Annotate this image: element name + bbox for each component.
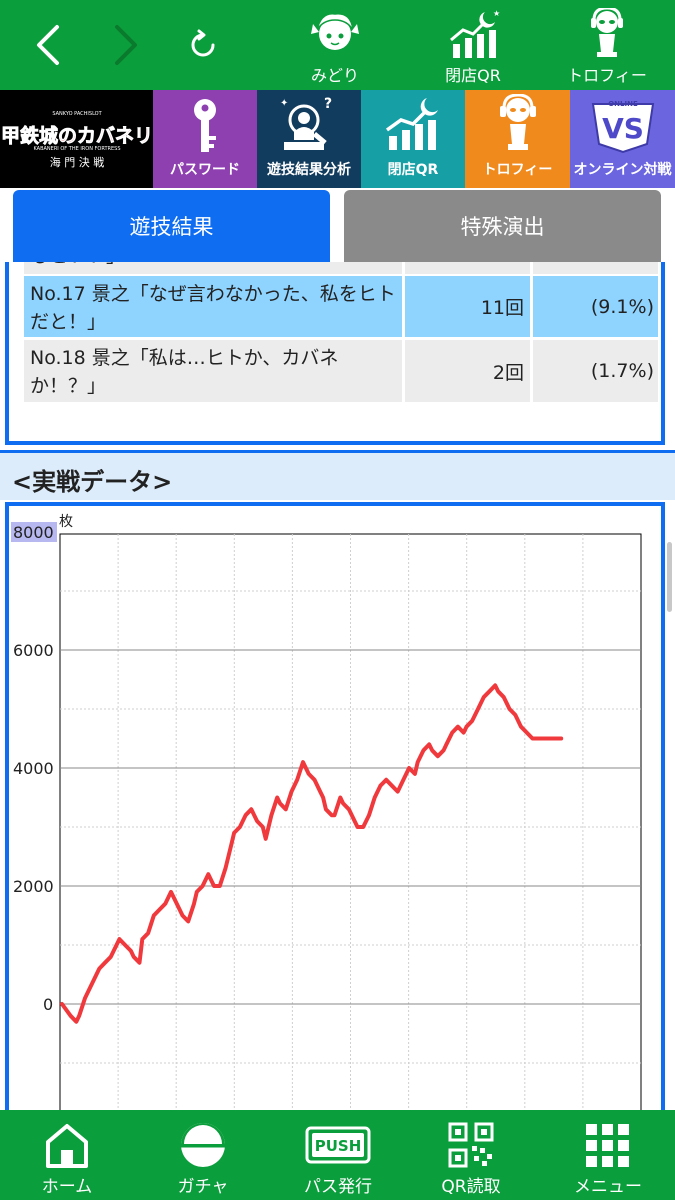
nav-trophy-label: トロフィー [567,66,647,85]
menu-grid-icon [586,1124,629,1167]
tile-trophy[interactable]: トロフィー [465,90,570,188]
bottom-nav-menu-label: メニュー [574,1177,642,1197]
game-logo-title: 甲鉄城のカバネリ [2,124,152,147]
y-axis-unit: 枚 [59,514,73,530]
nav-midori-label: みどり [310,66,359,85]
bottom-nav-qr-read-label: QR読取 [441,1177,501,1197]
reload-icon [191,29,215,57]
feature-banner: SANKYO PACHISLOT 甲鉄城のカバネリ KABANERI OF TH… [0,90,675,188]
nav-midori[interactable]: みどり [280,0,390,90]
key-icon [194,99,216,152]
forward-button[interactable] [106,0,146,90]
bottom-nav-home[interactable]: ホーム [17,1110,117,1200]
bottom-nav-home-label: ホーム [41,1177,93,1197]
home-icon [46,1124,88,1168]
tile-online-vs[interactable]: ONLINE VS オンライン対戦 [570,90,675,188]
chevron-left-icon [37,25,59,65]
table-cell-count: 11回 [402,276,530,337]
scrollbar[interactable] [667,542,672,612]
svg-text:ONLINE: ONLINE [608,100,638,108]
game-logo-subtitle: 海 門 決 戦 [49,155,104,169]
svg-text:?: ? [324,96,332,112]
bottom-nav-qr-read[interactable]: QR読取 [421,1110,521,1200]
table-cell-rate [530,262,658,274]
table-row: No.18 景之「私は…ヒトか、カバネか！？」 2回 (1.7%) [24,340,658,402]
slump-chart: 8000 6000 4000 2000 0 枚 [11,514,642,1110]
push-badge-text: PUSH [315,1137,362,1155]
table-row: No.17 景之「なぜ言わなかった、私をヒトだと！」 11回 (9.1%) [24,276,658,337]
tab-special-effects[interactable]: 特殊演出 [344,190,661,262]
table-cell-rate: (1.7%) [530,340,658,402]
trophy-icon [499,94,536,150]
scroll-content[interactable]: るといい」 No.17 景之「なぜ言わなかった、私をヒトだと！」 11回 (9.… [0,262,675,1110]
y-tick-label: 0 [43,995,53,1014]
tile-trophy-label: トロフィー [482,162,553,178]
reload-button[interactable] [180,0,226,90]
tile-online-vs-label: オンライン対戦 [573,162,672,178]
table-cell-label: No.17 景之「なぜ言わなかった、私をヒトだと！」 [24,276,402,337]
nav-trophy[interactable]: トロフィー [552,0,662,90]
chart-panel: 8000 6000 4000 2000 0 枚 [5,502,665,1110]
svg-text:✦: ✦ [280,98,288,109]
y-tick-label: 6000 [13,641,54,660]
table-row-partial: るといい」 [24,262,658,274]
bottom-nav-menu[interactable]: メニュー [558,1110,658,1200]
tile-closing-qr-label: 閉店QR [387,162,439,178]
nav-closing-qr[interactable]: ★ 閉店QR [418,0,528,90]
bottom-nav-gacha-label: ガチャ [177,1177,229,1197]
bottom-nav-bar: ホーム ガチャ PUSH パス発行 QR読取 メニュー [0,1110,675,1200]
game-logo[interactable]: SANKYO PACHISLOT 甲鉄城のカバネリ KABANERI OF TH… [0,90,153,188]
tile-closing-qr[interactable]: 閉店QR [361,90,465,188]
trophy-icon [591,8,623,57]
tile-analysis-label: 遊技結果分析 [267,162,351,178]
online-vs-icon: ONLINE VS [591,100,654,154]
svg-text:★: ★ [493,9,500,18]
table-cell-label: るといい」 [24,262,402,274]
back-button[interactable] [28,0,68,90]
table-cell-count [402,262,530,274]
gacha-icon [181,1123,225,1167]
y-tick-label: 8000 [13,523,54,542]
push-icon: PUSH [305,1126,371,1164]
svg-text:VS: VS [602,112,644,145]
tab-play-result[interactable]: 遊技結果 [13,190,330,262]
qr-reader-icon [448,1122,494,1168]
bottom-nav-gacha[interactable]: ガチャ [153,1110,253,1200]
tab-bar: 遊技結果 特殊演出 [0,188,675,262]
nav-closing-qr-label: 閉店QR [445,66,501,85]
chevron-right-icon [115,25,137,65]
section-title: <実戦データ> [12,468,173,496]
section-header: <実戦データ> [0,450,675,500]
tile-analysis[interactable]: ? ✦ 遊技結果分析 [257,90,361,188]
top-nav-bar: みどり ★ 閉店QR トロフィー [0,0,675,90]
bottom-nav-pass-issue-label: パス発行 [304,1177,372,1197]
tile-password[interactable]: パスワード [153,90,257,188]
y-tick-label: 4000 [13,759,54,778]
tile-password-label: パスワード [170,162,240,178]
bottom-nav-pass-issue[interactable]: PUSH パス発行 [288,1110,388,1200]
y-tick-label: 2000 [13,877,54,896]
closing-qr-icon: ★ [450,9,500,58]
closing-qr-icon [385,98,438,150]
svg-text:KABANERI OF THE IRON FORTRESS: KABANERI OF THE IRON FORTRESS [33,146,120,152]
table-cell-label: No.18 景之「私は…ヒトか、カバネか！？」 [24,340,402,402]
result-table-panel: るといい」 No.17 景之「なぜ言わなかった、私をヒトだと！」 11回 (9.… [5,262,665,445]
table-cell-rate: (9.1%) [530,276,658,337]
table-cell-count: 2回 [402,340,530,402]
game-logo-image: SANKYO PACHISLOT 甲鉄城のカバネリ KABANERI OF TH… [1,90,152,188]
analysis-icon: ? ✦ [280,96,332,150]
character-icon [311,13,359,50]
svg-text:SANKYO PACHISLOT: SANKYO PACHISLOT [52,111,102,117]
